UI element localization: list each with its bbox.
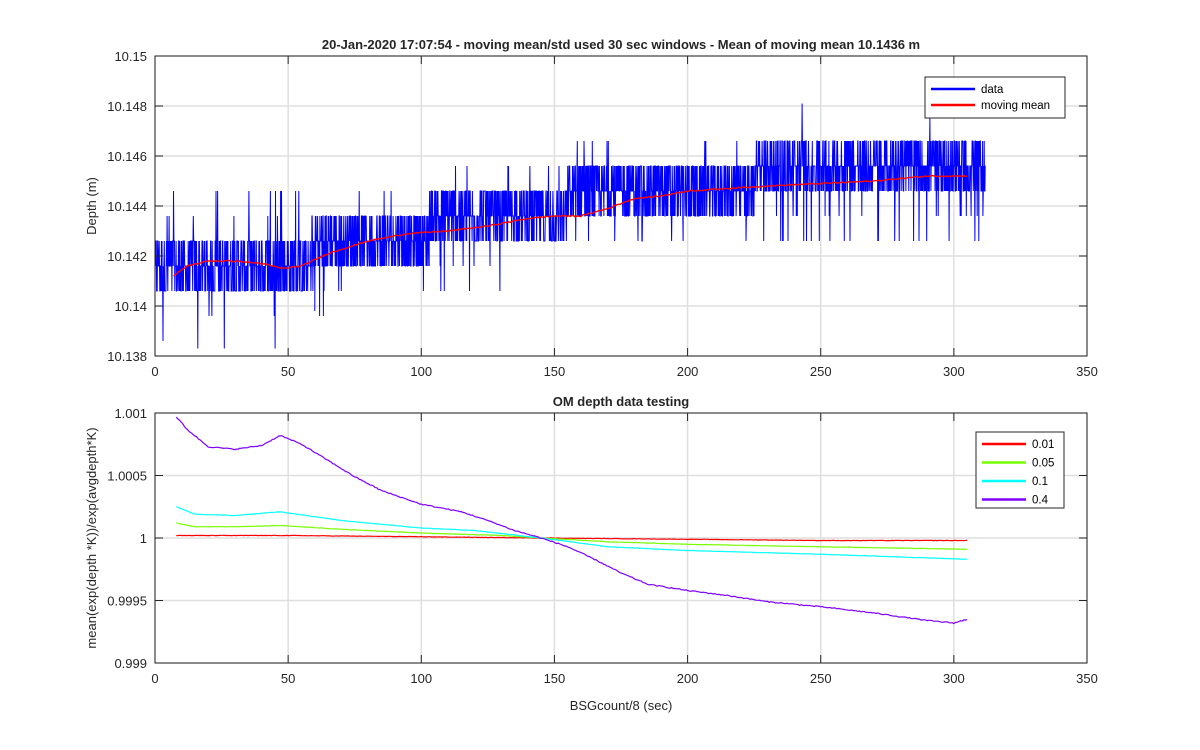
depth-y-tick-label: 10.15 (114, 49, 147, 64)
ratio-x-tick-label: 0 (151, 671, 158, 686)
depth-x-tick-label: 200 (677, 364, 699, 379)
figure: 0 50 100 150 200 250 300 35010.13810.1410.14210… (84, 37, 1098, 713)
ratio-legend: 0.01 0.05 0.1 0.4 (975, 431, 1065, 509)
depth-y-tick-label: 10.144 (107, 199, 147, 214)
depth-x-tick-label: 50 (281, 364, 295, 379)
depth-y-tick-label: 10.148 (107, 99, 147, 114)
ratio-legend-label: 0.1 (1032, 476, 1048, 488)
ratio-y-tick-label: 0.9995 (107, 594, 147, 609)
ratio-y-tick-label: 0.999 (114, 656, 147, 671)
ratio-legend-label: 0.01 (1032, 439, 1054, 451)
depth-x-tick-label: 0 (151, 364, 158, 379)
depth-x-tick-label: 150 (544, 364, 566, 379)
depth-legend-label: data (981, 84, 1004, 96)
depth-x-tick-label: 250 (810, 364, 832, 379)
ratio-chart-title: OM depth data testing (553, 394, 690, 409)
ratio-x-tick-label: 300 (943, 671, 965, 686)
ratio-legend-label: 0.05 (1032, 458, 1054, 470)
ratio-legend-label: 0.4 (1032, 495, 1049, 507)
depth-y-axis-label: Depth (m) (84, 177, 99, 235)
depth-chart-title: 20-Jan-2020 17:07:54 - moving mean/std u… (322, 37, 920, 52)
ratio-x-tick-label: 50 (281, 671, 295, 686)
depth-y-tick-label: 10.146 (107, 149, 147, 164)
depth-axes: 0 50 100 150 200 250 300 350 10.138 10.14 10.142 10… (84, 37, 1098, 379)
depth-legend-label: moving mean (981, 100, 1050, 112)
ratio-x-tick-label: 150 (544, 671, 566, 686)
depth-x-tick-label: 350 (1076, 364, 1098, 379)
ratio-y-tick-label: 1 (140, 531, 147, 546)
ratio-y-axis-label: mean(exp(depth *K))/exp(avgdepth*K) (84, 427, 99, 648)
ratio-x-tick-label: 200 (677, 671, 699, 686)
ratio-x-tick-label: 350 (1076, 671, 1098, 686)
depth-y-tick-label: 10.138 (107, 349, 147, 364)
ratio-x-axis-label: BSGcount/8 (sec) (570, 698, 673, 713)
depth-x-tick-label: 100 (410, 364, 432, 379)
depth-y-tick-label: 10.142 (107, 249, 147, 264)
ratio-axes: 0 50 100 150 200 250 300 350 0.999 0.9995 1 1.0005 1… (84, 394, 1098, 713)
ratio-x-tick-label: 100 (410, 671, 432, 686)
ratio-y-tick-label: 1.001 (114, 406, 147, 421)
depth-y-tick-label: 10.14 (114, 299, 147, 314)
depth-legend: data moving mean (924, 76, 1066, 119)
depth-x-tick-label: 300 (943, 364, 965, 379)
ratio-x-tick-label: 250 (810, 671, 832, 686)
ratio-y-tick-label: 1.0005 (107, 469, 147, 484)
